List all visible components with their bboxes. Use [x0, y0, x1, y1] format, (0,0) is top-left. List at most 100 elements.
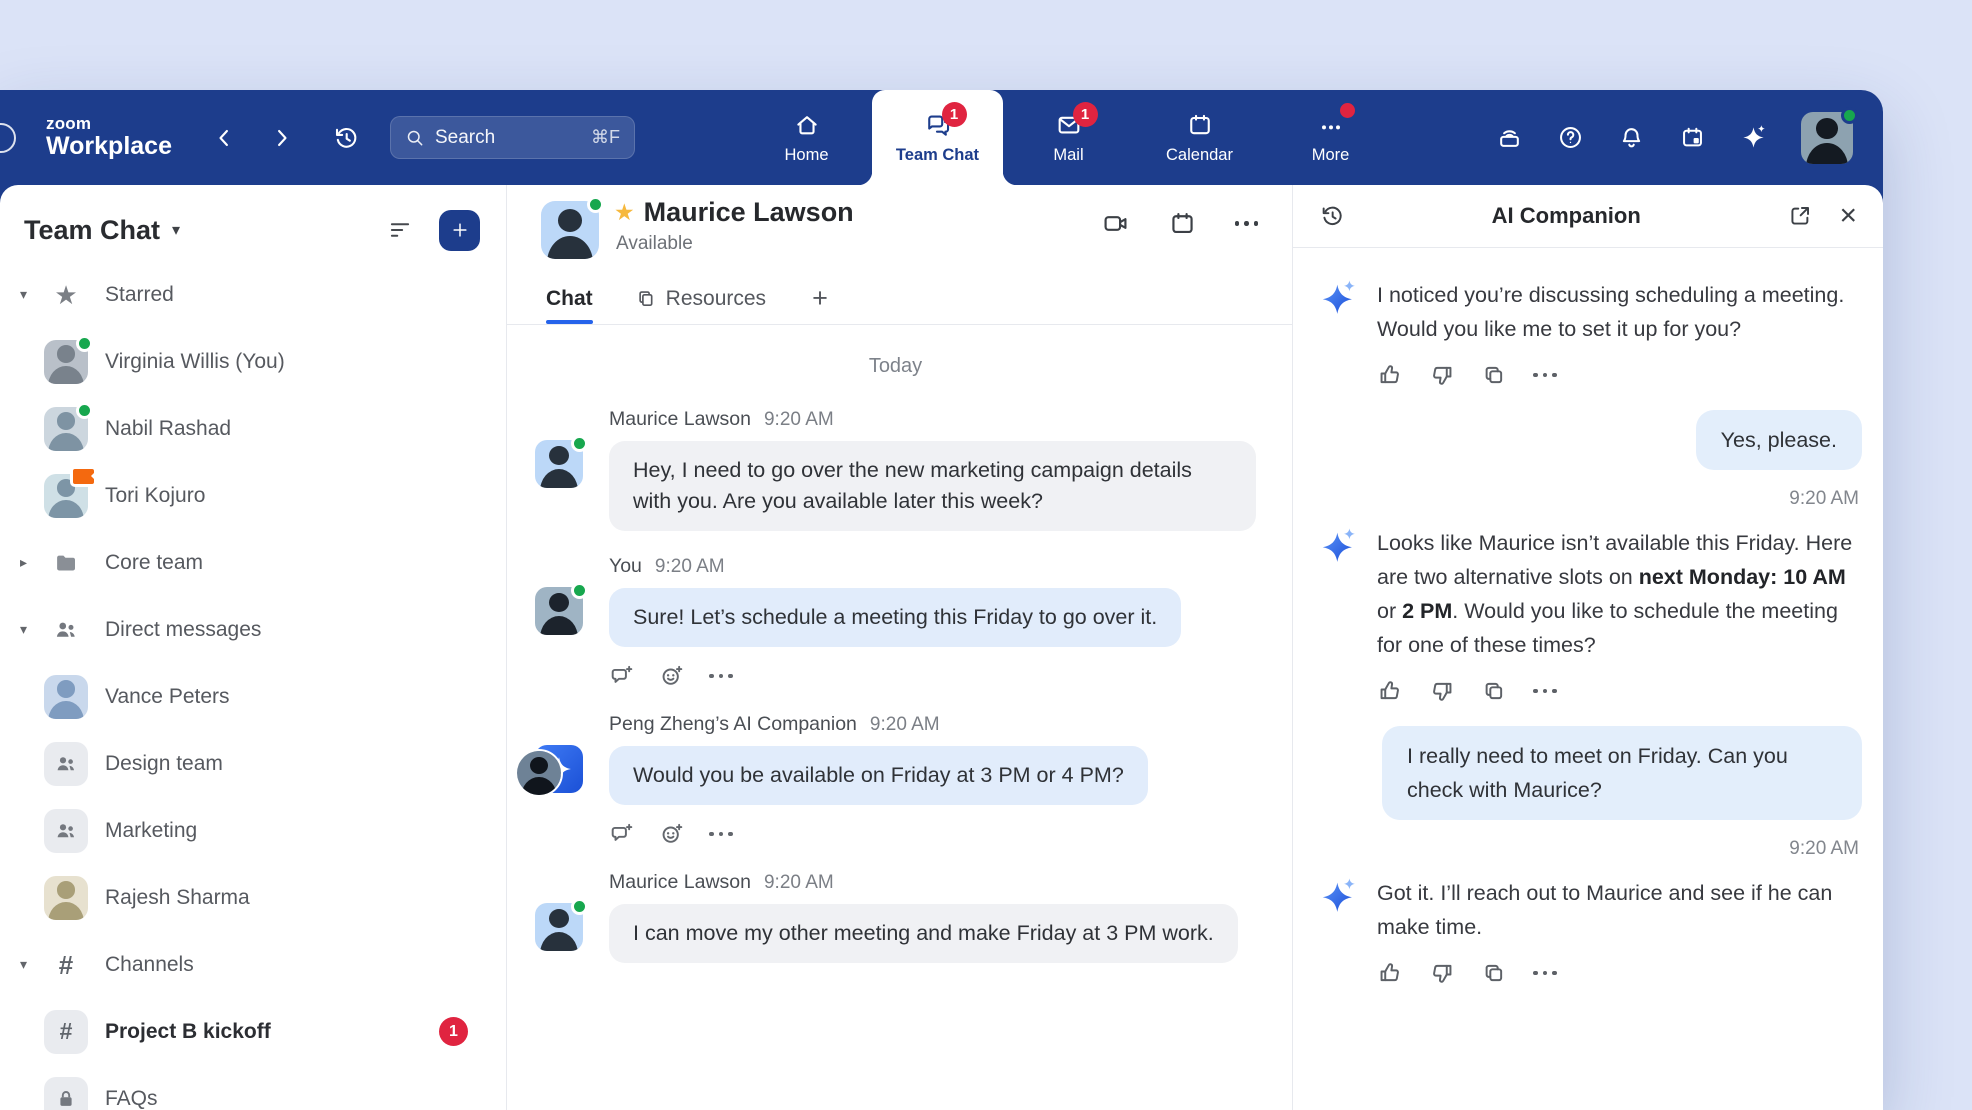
notifications-bell-icon[interactable]	[1618, 124, 1645, 151]
message-time: 9:20 AM	[764, 872, 834, 893]
sidebar-item-tori-kojuro[interactable]: Tori Kojuro	[0, 462, 506, 529]
more-icon	[1317, 111, 1345, 139]
copy-icon[interactable]	[1481, 362, 1507, 388]
more-actions-icon[interactable]	[709, 663, 733, 689]
sidebar-section-starred[interactable]: ▾ ★ Starred	[0, 261, 506, 328]
schedule-calendar-icon[interactable]	[1679, 124, 1706, 151]
nav-tab-more[interactable]: More	[1265, 90, 1396, 185]
sidebar-title[interactable]: Team Chat	[24, 215, 160, 246]
peer-avatar[interactable]	[541, 201, 599, 259]
ai-companion-sparkle-icon[interactable]	[1740, 124, 1767, 151]
nav-tab-team-chat[interactable]: 1 Team Chat	[872, 90, 1003, 185]
sender-avatar[interactable]	[535, 903, 583, 951]
connect-device-icon[interactable]	[1496, 124, 1523, 151]
sidebar-item-virginia-willis[interactable]: Virginia Willis (You)	[0, 328, 506, 395]
folder-icon	[53, 550, 79, 576]
thumbs-up-icon[interactable]	[1377, 960, 1403, 986]
add-reaction-icon[interactable]	[659, 821, 685, 847]
sidebar-item-design-team[interactable]: Design team	[0, 730, 506, 797]
schedule-meeting-icon[interactable]	[1168, 209, 1197, 238]
tab-label: Chat	[546, 287, 593, 311]
copy-icon[interactable]	[1481, 678, 1507, 704]
ai-message: Looks like Maurice isn’t available this …	[1319, 526, 1862, 662]
more-options-icon[interactable]	[1235, 221, 1259, 226]
nav-tab-mail[interactable]: 1 Mail	[1003, 90, 1134, 185]
history-icon[interactable]	[332, 124, 360, 152]
nav-label: Home	[784, 146, 828, 165]
presence-online-icon	[587, 196, 604, 213]
open-in-window-icon[interactable]	[1787, 203, 1813, 229]
thumbs-down-icon[interactable]	[1429, 960, 1455, 986]
tab-resources[interactable]: Resources	[635, 273, 766, 324]
ai-message-text: I noticed you’re discussing scheduling a…	[1377, 278, 1862, 346]
ai-message: Got it. I’ll reach out to Maurice and se…	[1319, 876, 1862, 944]
add-tab-icon[interactable]: +	[812, 283, 828, 314]
thumbs-down-icon[interactable]	[1429, 678, 1455, 704]
start-video-meeting-icon[interactable]	[1101, 209, 1130, 238]
workspace-ring-icon	[0, 123, 16, 153]
user-avatar[interactable]	[1801, 112, 1853, 164]
tab-chat[interactable]: Chat	[546, 273, 593, 324]
reply-in-thread-icon[interactable]	[609, 663, 635, 689]
sidebar-item-nabil-rashad[interactable]: Nabil Rashad	[0, 395, 506, 462]
nav-tab-calendar[interactable]: Calendar	[1134, 90, 1265, 185]
sender-avatar[interactable]	[535, 587, 583, 635]
group-label: Design team	[105, 752, 223, 776]
help-icon[interactable]	[1557, 124, 1584, 151]
search-input[interactable]	[435, 127, 581, 149]
sidebar-folder-core-team[interactable]: ▸ Core team	[0, 529, 506, 596]
add-reaction-icon[interactable]	[659, 663, 685, 689]
caret-right-icon[interactable]: ▸	[20, 554, 44, 571]
thumbs-up-icon[interactable]	[1377, 678, 1403, 704]
more-actions-icon[interactable]	[1533, 362, 1557, 388]
copy-icon[interactable]	[1481, 960, 1507, 986]
sender-avatar[interactable]	[535, 440, 583, 488]
message-bubble: I can move my other meeting and make Fri…	[609, 904, 1238, 963]
app-window: zoom Workplace ⌘F	[0, 90, 1883, 1110]
search-input-wrap[interactable]: ⌘F	[390, 116, 635, 159]
chat-column: ★ Maurice Lawson Available Chat	[507, 185, 1292, 1110]
caret-down-icon[interactable]: ▾	[20, 956, 44, 973]
unread-badge: 1	[942, 102, 967, 127]
in-meeting-camera-icon	[70, 466, 97, 487]
ai-companion-panel: AI Companion × I noticed you’re discussi…	[1292, 185, 1883, 1110]
new-chat-button[interactable]	[439, 210, 480, 251]
contact-label: Rajesh Sharma	[105, 886, 250, 910]
chat-header: ★ Maurice Lawson Available	[507, 185, 1292, 273]
user-bubble: Yes, please.	[1696, 410, 1862, 470]
more-actions-icon[interactable]	[709, 821, 733, 847]
sidebar-item-rajesh-sharma[interactable]: Rajesh Sharma	[0, 864, 506, 931]
starred-icon[interactable]: ★	[614, 201, 635, 224]
unread-badge: 1	[439, 1017, 468, 1046]
forward-chevron-icon[interactable]	[268, 124, 296, 152]
contact-label: Vance Peters	[105, 685, 230, 709]
sidebar-item-vance-peters[interactable]: Vance Peters	[0, 663, 506, 730]
nav-tab-home[interactable]: Home	[741, 90, 872, 185]
more-actions-icon[interactable]	[1533, 678, 1557, 704]
close-icon[interactable]: ×	[1839, 201, 1857, 231]
thumbs-down-icon[interactable]	[1429, 362, 1455, 388]
caret-down-icon[interactable]: ▾	[20, 286, 44, 303]
sidebar-section-direct-messages[interactable]: ▾ Direct messages	[0, 596, 506, 663]
more-actions-icon[interactable]	[1533, 960, 1557, 986]
chevron-down-icon[interactable]: ▾	[172, 220, 180, 240]
filter-icon[interactable]	[387, 217, 413, 243]
search-shortcut: ⌘F	[591, 127, 620, 148]
caret-down-icon[interactable]: ▾	[20, 621, 44, 638]
history-icon[interactable]	[1319, 203, 1345, 229]
ai-user-message: I really need to meet on Friday. Can you…	[1319, 726, 1862, 876]
thumbs-up-icon[interactable]	[1377, 362, 1403, 388]
sidebar-channel-faqs[interactable]: FAQs	[0, 1065, 506, 1110]
presence-online-icon	[1841, 107, 1858, 124]
back-chevron-icon[interactable]	[210, 124, 238, 152]
ai-companion-avatar[interactable]	[535, 745, 583, 793]
sidebar-section-channels[interactable]: ▾ # Channels	[0, 931, 506, 998]
sidebar-item-marketing[interactable]: Marketing	[0, 797, 506, 864]
logo-line1: zoom	[46, 115, 172, 133]
hash-icon: #	[60, 1018, 73, 1045]
sidebar-channel-project-b-kickoff[interactable]: # Project B kickoff 1	[0, 998, 506, 1065]
reply-in-thread-icon[interactable]	[609, 821, 635, 847]
chat-message-ai: Peng Zheng’s AI Companion9:20 AM Would y…	[535, 713, 1256, 847]
peer-name: Maurice Lawson	[644, 197, 854, 228]
sender-name: Maurice Lawson	[609, 408, 751, 430]
